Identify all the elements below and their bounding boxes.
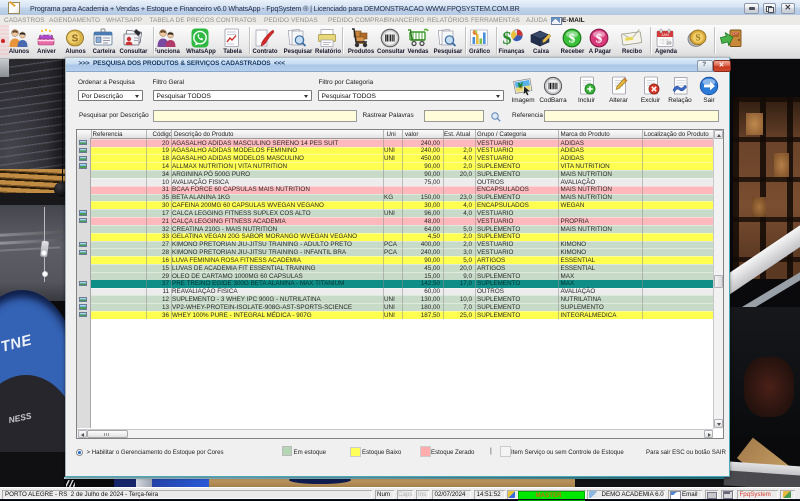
svg-text:29: 29 (666, 41, 672, 46)
svg-text:S: S (695, 33, 700, 43)
svg-text:$: $ (502, 28, 511, 48)
svg-text:$: $ (568, 31, 575, 46)
svg-text:JAN: JAN (661, 32, 669, 37)
svg-text:$: $ (596, 31, 603, 46)
svg-text:S: S (71, 34, 78, 45)
svg-text:EXIT: EXIT (733, 32, 739, 36)
